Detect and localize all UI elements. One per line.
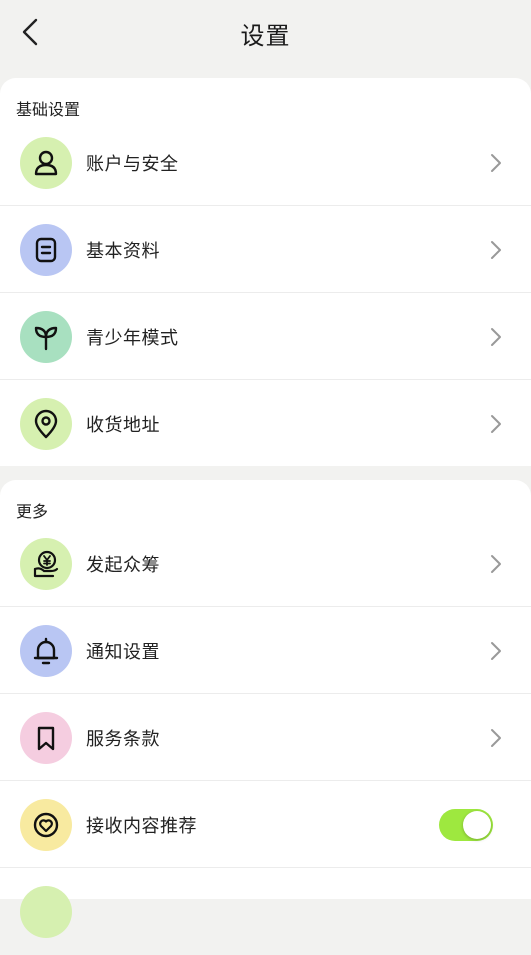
row-notification-settings[interactable]: 通知设置 [0, 608, 531, 694]
section-title: 基础设置 [16, 100, 81, 119]
divider [0, 292, 531, 293]
row-label: 收货地址 [86, 415, 160, 436]
divider [0, 606, 531, 607]
recommendation-toggle[interactable] [439, 809, 493, 841]
section-basic-settings: 基础设置 账户与安全 基本资料 青少年模式 收货地址 [0, 78, 531, 466]
chevron-right-icon [489, 554, 503, 574]
bell-icon [20, 625, 72, 677]
row-label: 青少年模式 [86, 328, 179, 349]
toggle-knob [463, 811, 491, 839]
page-title: 设置 [240, 22, 291, 50]
document-icon [20, 224, 72, 276]
row-account-security[interactable]: 账户与安全 [0, 120, 531, 206]
section-title: 更多 [16, 502, 49, 521]
chevron-right-icon [489, 327, 503, 347]
user-icon [20, 137, 72, 189]
row-label: 账户与安全 [86, 154, 179, 175]
chevron-right-icon [489, 641, 503, 661]
row-content-recommendation: 接收内容推荐 [0, 782, 531, 868]
row-teen-mode[interactable]: 青少年模式 [0, 294, 531, 380]
row-start-crowdfunding[interactable]: 发起众筹 [0, 521, 531, 607]
row-label: 服务条款 [86, 729, 160, 750]
chevron-right-icon [489, 414, 503, 434]
divider [0, 780, 531, 781]
location-pin-icon [20, 398, 72, 450]
row-basic-profile[interactable]: 基本资料 [0, 207, 531, 293]
row-partial-next[interactable] [0, 869, 531, 955]
row-label: 通知设置 [86, 642, 160, 663]
chevron-right-icon [489, 153, 503, 173]
row-label: 发起众筹 [86, 555, 160, 576]
chevron-right-icon [489, 728, 503, 748]
section-more: 更多 发起众筹 通知设置 服务条款 接收内容推荐 [0, 480, 531, 938]
top-bar: 设置 [0, 0, 531, 66]
chevron-right-icon [489, 240, 503, 260]
divider [0, 867, 531, 868]
sprout-icon [20, 311, 72, 363]
bookmark-icon [20, 712, 72, 764]
divider [0, 205, 531, 206]
divider [0, 693, 531, 694]
partial-item-icon [20, 886, 72, 938]
yuan-hand-icon [20, 538, 72, 590]
heart-icon [20, 799, 72, 851]
row-terms-of-service[interactable]: 服务条款 [0, 695, 531, 781]
row-label: 接收内容推荐 [86, 816, 197, 837]
divider [0, 379, 531, 380]
row-shipping-address[interactable]: 收货地址 [0, 381, 531, 467]
row-label: 基本资料 [86, 241, 160, 262]
